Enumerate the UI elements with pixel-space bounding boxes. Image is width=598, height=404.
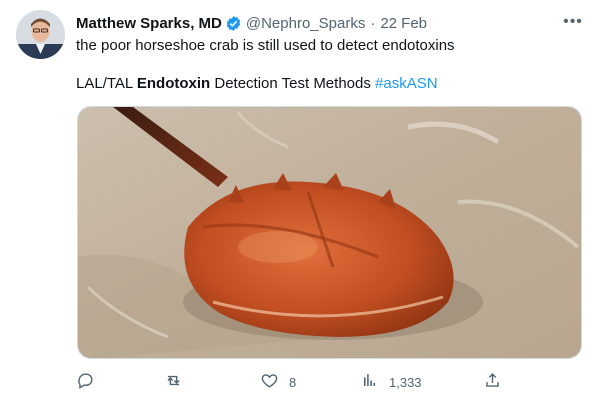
verified-badge-icon (225, 15, 242, 32)
retweet-icon (164, 371, 183, 393)
share-button[interactable] (483, 370, 502, 394)
views-icon (360, 371, 379, 393)
more-icon[interactable]: ••• (562, 12, 584, 32)
tweet-actions: 8 1,333 (76, 370, 506, 394)
tweet-header: Matthew Sparks, MD @Nephro_Sparks · 22 F… (76, 13, 584, 33)
author-name[interactable]: Matthew Sparks, MD (76, 15, 222, 32)
share-icon (483, 371, 502, 393)
tweet-media-image[interactable] (77, 106, 582, 359)
views-button[interactable]: 1,333 (360, 370, 422, 394)
avatar[interactable] (16, 10, 65, 59)
tweet-date[interactable]: 22 Feb (380, 15, 427, 32)
separator-dot: · (370, 14, 376, 32)
tweet-text-line2: LAL/TAL Endotoxin Detection Test Methods… (76, 74, 438, 94)
views-count: 1,333 (389, 374, 422, 390)
reply-icon (76, 371, 95, 393)
text-part2: Detection Test Methods (210, 75, 376, 92)
hashtag-link[interactable]: #askASN (375, 75, 438, 92)
like-count: 8 (289, 374, 297, 390)
retweet-button[interactable] (164, 370, 193, 394)
reply-button[interactable] (76, 370, 105, 394)
tweet-text-line1: the poor horseshoe crab is still used to… (76, 37, 455, 54)
author-handle[interactable]: @Nephro_Sparks (246, 15, 365, 32)
like-icon (260, 371, 279, 393)
text-part1: LAL/TAL (76, 75, 137, 92)
text-bold: Endotoxin (136, 75, 211, 92)
like-button[interactable]: 8 (260, 370, 296, 394)
